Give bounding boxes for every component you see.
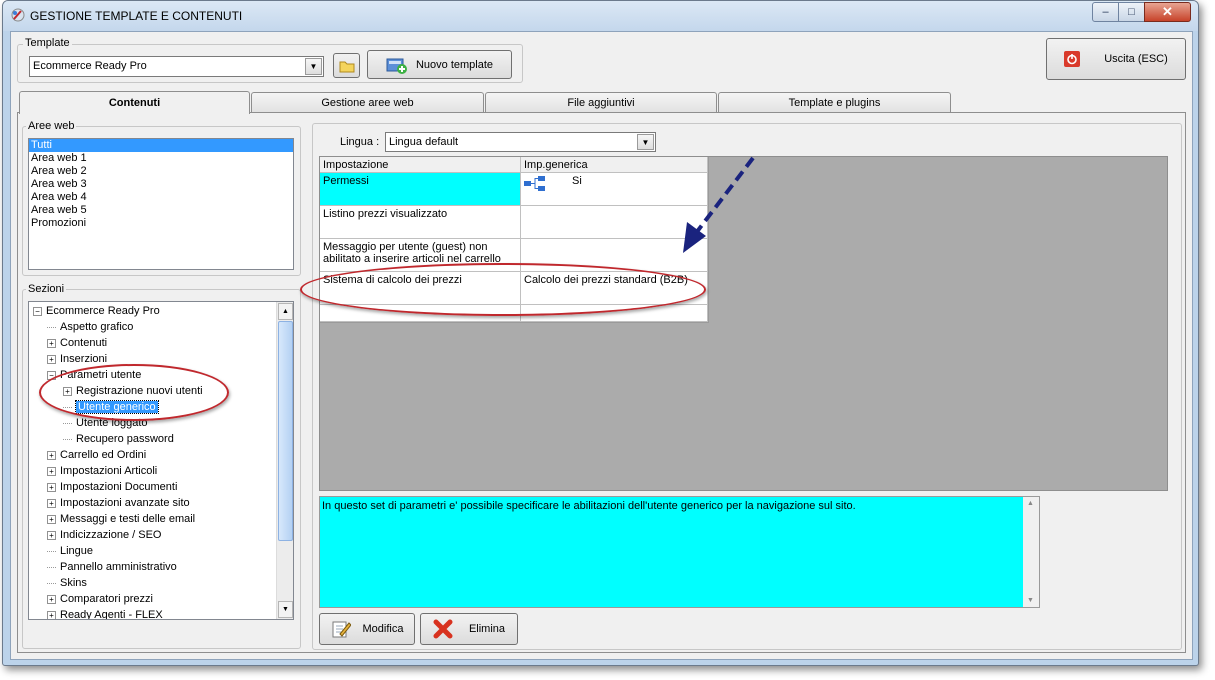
tab-contenuti[interactable]: Contenuti xyxy=(19,91,250,114)
main-window: GESTIONE TEMPLATE E CONTENUTI – □ ✕ Temp… xyxy=(2,0,1199,666)
